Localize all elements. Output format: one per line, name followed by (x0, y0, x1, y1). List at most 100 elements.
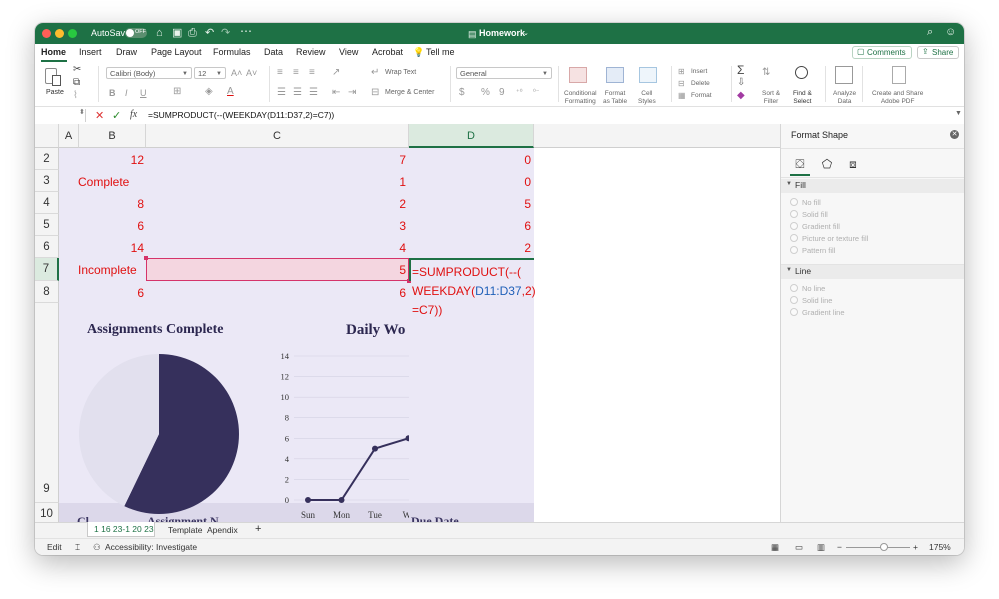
undo-icon[interactable]: ↶ (205, 26, 214, 40)
tab-tell-me[interactable]: Tell me (426, 47, 455, 57)
cancel-icon[interactable]: ✕ (95, 109, 104, 122)
create-share-pdf-button[interactable]: Create and Share Adobe PDF (872, 90, 923, 105)
cell-b4[interactable]: 8 (79, 197, 144, 211)
select-all-corner[interactable] (35, 124, 59, 148)
increase-indent-icon[interactable]: ⇥ (348, 87, 356, 99)
line-option-gradient[interactable]: Gradient line (790, 308, 845, 317)
insert-cells-button[interactable]: Insert (691, 68, 707, 76)
underline-icon[interactable]: U (140, 87, 147, 99)
minimize-window-button[interactable] (55, 29, 64, 38)
delete-cells-icon[interactable]: ⊟ (678, 78, 685, 90)
fx-icon[interactable]: fx (130, 109, 137, 120)
align-top-icon[interactable]: ≡ (277, 67, 283, 79)
column-header-c[interactable]: C (146, 124, 409, 148)
cell-c3[interactable]: 1 (146, 175, 406, 189)
format-painter-icon[interactable]: ⌇ (73, 90, 78, 102)
cell-b2[interactable]: 12 (79, 153, 144, 167)
fill-line-tab-icon[interactable]: ⛋ (790, 154, 810, 176)
cut-icon[interactable]: ✂ (73, 64, 81, 76)
font-name-select[interactable]: Calibri (Body) ▼ (106, 67, 192, 79)
copy-icon[interactable]: ⧉ (73, 77, 80, 89)
tab-page-layout[interactable]: Page Layout (151, 47, 202, 57)
clear-icon[interactable]: ◆ (737, 90, 745, 102)
format-as-table-icon[interactable] (606, 67, 624, 83)
name-box-stepper-icon[interactable]: ⬍ (79, 108, 85, 116)
zoom-window-button[interactable] (68, 29, 77, 38)
column-header-b[interactable]: B (79, 124, 146, 148)
data-point[interactable] (305, 497, 311, 503)
line-series[interactable] (308, 437, 409, 501)
tab-insert[interactable]: Insert (79, 47, 102, 57)
data-point[interactable] (372, 445, 378, 452)
tab-draw[interactable]: Draw (116, 47, 137, 57)
redo-icon[interactable]: ↷ (221, 26, 230, 40)
row-header-5[interactable]: 5 (35, 214, 59, 236)
accessibility-icon[interactable]: ⚇ (93, 542, 101, 553)
cell-styles-icon[interactable] (639, 67, 657, 83)
decrease-indent-icon[interactable]: ⇤ (332, 87, 340, 99)
format-as-table-label[interactable]: Format as Table (603, 90, 627, 105)
cell-b6[interactable]: 14 (79, 241, 144, 255)
tab-view[interactable]: View (339, 47, 358, 57)
align-middle-icon[interactable]: ≡ (293, 67, 299, 79)
zoom-slider-track[interactable] (846, 547, 910, 548)
row-header-4[interactable]: 4 (35, 192, 59, 214)
find-select-icon[interactable] (795, 66, 808, 79)
tab-formulas[interactable]: Formulas (213, 47, 251, 57)
search-icon[interactable]: ⌕ (927, 25, 933, 39)
sheet-tab-template[interactable]: Template (168, 525, 203, 535)
column-header-d[interactable]: D (409, 124, 534, 148)
number-format-select[interactable]: General ▼ (456, 67, 552, 79)
cell-c6[interactable]: 4 (146, 241, 406, 255)
zoom-in-button[interactable]: + (913, 542, 918, 552)
align-bottom-icon[interactable]: ≡ (309, 67, 315, 79)
fill-option-gradient[interactable]: Gradient fill (790, 222, 840, 231)
sort-filter-button[interactable]: Sort & Filter (762, 90, 780, 105)
merge-center-icon[interactable]: ⊟ (371, 87, 379, 99)
comments-button[interactable]: ▢ Comments (852, 46, 912, 59)
data-point[interactable] (338, 497, 345, 503)
row-header-7[interactable]: 7 (35, 258, 59, 281)
enter-icon[interactable]: ✓ (112, 109, 121, 122)
account-icon[interactable]: ☺ (945, 25, 956, 39)
format-cells-button[interactable]: Format (691, 92, 712, 100)
percent-icon[interactable]: % (481, 87, 490, 99)
adobe-pdf-icon[interactable] (892, 66, 906, 84)
row-header-3[interactable]: 3 (35, 170, 59, 192)
line-option-no-line[interactable]: No line (790, 284, 825, 293)
cell-c5[interactable]: 3 (146, 219, 406, 233)
formula-input[interactable]: =SUMPRODUCT(--(WEEKDAY(D11:D37,2)=C7)) (148, 110, 334, 120)
conditional-formatting-icon[interactable] (569, 67, 587, 83)
borders-icon[interactable]: ⊞ (173, 86, 181, 98)
fill-option-solid[interactable]: Solid fill (790, 210, 828, 219)
column-header-a[interactable]: A (59, 124, 79, 148)
tab-review[interactable]: Review (296, 47, 326, 57)
macro-record-icon[interactable]: ⌶ (75, 542, 80, 553)
delete-cells-button[interactable]: Delete (691, 80, 710, 88)
comma-style-icon[interactable]: 9 (499, 87, 505, 99)
cell-d2[interactable]: 0 (409, 153, 531, 167)
sheet-tab-apendix[interactable]: Apendix (207, 525, 238, 535)
page-break-view-icon[interactable]: ▥ (817, 542, 825, 553)
align-right-icon[interactable]: ☰ (309, 87, 318, 99)
align-center-icon[interactable]: ☰ (293, 87, 302, 99)
font-color-icon[interactable]: A (227, 86, 234, 98)
home-icon[interactable]: ⌂ (156, 26, 163, 40)
increase-font-icon[interactable]: A˄ (231, 67, 242, 79)
zoom-out-button[interactable]: − (837, 542, 842, 552)
fill-down-icon[interactable]: ⇩ (737, 77, 745, 89)
fill-option-no-fill[interactable]: No fill (790, 198, 821, 207)
fill-color-icon[interactable]: ◈ (205, 86, 213, 98)
format-cells-icon[interactable]: ▦ (678, 90, 686, 102)
increase-decimal-icon[interactable]: ⁺⁰ (516, 87, 523, 99)
cell-c7[interactable]: 5 (146, 263, 406, 277)
cell-d7-formula-edit[interactable]: =SUMPRODUCT(--( WEEKDAY(D11:D37,2) =C7)) (412, 263, 537, 320)
tab-acrobat[interactable]: Acrobat (372, 47, 403, 57)
cell-b8[interactable]: 6 (79, 286, 144, 300)
fill-option-picture[interactable]: Picture or texture fill (790, 234, 868, 243)
conditional-formatting-label[interactable]: Conditional Formatting (564, 90, 597, 105)
wrap-text-icon[interactable]: ↵ (371, 67, 379, 79)
cell-b3[interactable]: Complete (78, 175, 129, 189)
zoom-level[interactable]: 175% (929, 542, 951, 552)
data-point[interactable] (405, 435, 410, 442)
